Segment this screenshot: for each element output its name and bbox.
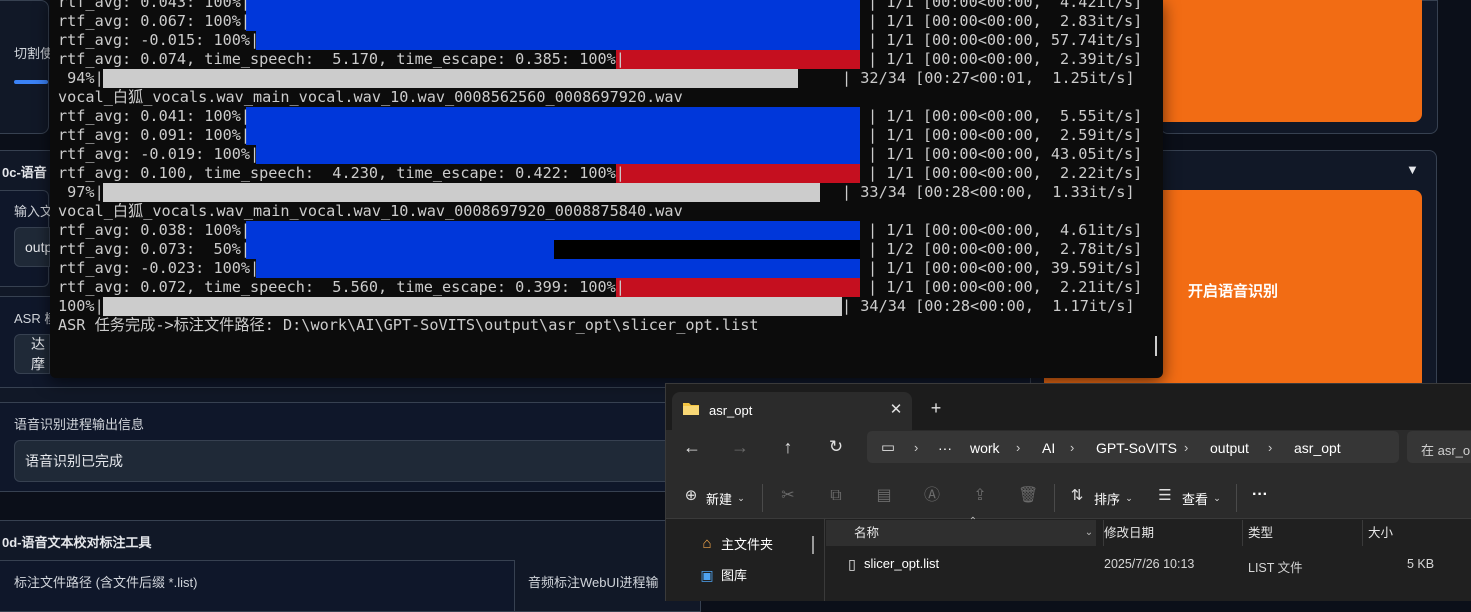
paste-icon[interactable]: ▤ — [874, 486, 894, 506]
progress-stats: | 1/1 [00:00<00:00, 43.05it/s] — [868, 145, 1143, 163]
chevron-down-icon: ⌄ — [1125, 493, 1133, 503]
refresh-icon[interactable]: ↻ — [826, 437, 846, 457]
progress-stats: | 1/1 [00:00<00:00, 57.74it/s] — [868, 31, 1143, 49]
file-explorer-window[interactable]: asr_opt ✕ + ← → ↑ ↻ ▭ › ··· › work AI › … — [665, 383, 1471, 601]
monitor-icon: ▭ — [880, 439, 896, 456]
collapse-icon[interactable]: ▼ — [1406, 160, 1419, 180]
progress-output: 语音识别已完成 — [14, 440, 694, 482]
file-type: LIST 文件 — [1248, 561, 1303, 575]
progress-stats: | 1/1 [00:00<00:00, 4.42it/s] — [868, 0, 1143, 11]
breadcrumb-ai[interactable]: AI — [1042, 440, 1055, 456]
navigation-pane — [666, 519, 825, 601]
copy-icon[interactable]: ⧉ — [826, 486, 846, 506]
terminal-line: vocal_白狐_vocals.wav_main_vocal.wav_10.wa… — [58, 88, 683, 106]
progress-stats: | 1/1 [00:00<00:00, 2.22it/s] — [868, 164, 1143, 182]
back-arrow-icon[interactable]: ← — [682, 437, 702, 457]
share-icon[interactable]: ⇪ — [970, 486, 990, 506]
more-options-button[interactable]: ··· — [1252, 486, 1268, 504]
breadcrumb-chevron: › — [1016, 440, 1021, 455]
column-name-label: 名称 — [854, 526, 880, 540]
delete-icon[interactable]: 🗑 — [1018, 486, 1038, 506]
section-0d-title: 0d-语音文本校对标注工具 — [2, 535, 152, 550]
asr-model-select[interactable]: 达摩 — [14, 334, 50, 374]
breadcrumb-chevron[interactable]: › — [914, 440, 918, 455]
file-size: 5 KB — [1407, 557, 1435, 571]
view-icon[interactable]: ☰ — [1156, 486, 1174, 506]
forward-arrow-icon[interactable]: → — [730, 437, 750, 457]
search-box[interactable]: 在 asr_o — [1407, 431, 1471, 463]
progress-stats: | 1/1 [00:00<00:00, 39.59it/s] — [868, 259, 1143, 277]
file-date: 2025/7/26 10:13 — [1104, 557, 1195, 571]
up-arrow-icon[interactable]: ↑ — [778, 437, 798, 457]
close-tab-icon[interactable]: ✕ — [886, 400, 906, 420]
chevron-down-icon[interactable]: ⌄ — [1083, 523, 1095, 543]
breadcrumb-work[interactable]: work — [970, 440, 1000, 456]
progress-stats: | 1/1 [00:00<00:00, 2.21it/s] — [868, 278, 1143, 296]
new-tab-icon[interactable]: + — [926, 398, 946, 418]
command-separator — [762, 484, 763, 512]
home-icon: ⌂ — [702, 535, 712, 552]
rename-icon[interactable]: Ⓐ — [922, 486, 942, 506]
command-separator — [1054, 484, 1055, 512]
breadcrumb-chevron: › — [1184, 440, 1189, 455]
progress-stats: | 34/34 [00:28<00:00, 1.17it/s] — [842, 297, 1135, 315]
cut-icon[interactable]: ✂ — [778, 486, 798, 506]
progress-label: 语音识别进程输出信息 — [14, 417, 145, 432]
folder-icon — [682, 401, 700, 422]
progress-stats: | 1/1 [00:00<00:00, 4.61it/s] — [868, 221, 1143, 239]
column-header-name[interactable]: 名称 — [826, 520, 1096, 546]
sort-button[interactable]: 排序 — [1094, 489, 1120, 508]
progress-stats: | 1/1 [00:00<00:00, 2.83it/s] — [868, 12, 1143, 30]
file-name: slicer_opt.list — [864, 556, 940, 571]
label-path-label: 标注文件路径 (含文件后缀 *.list) — [14, 575, 198, 590]
slice-panel — [0, 0, 49, 134]
progress-stats: | 32/34 [00:27<00:01, 1.25it/s] — [842, 69, 1135, 87]
breadcrumb-chevron: › — [1268, 440, 1273, 455]
tab-asr-opt[interactable]: asr_opt ✕ — [672, 392, 912, 430]
view-button[interactable]: 查看 — [1182, 489, 1208, 508]
webui-progress-label: 音频标注WebUI进程输 — [528, 575, 659, 590]
terminal-line: vocal_白狐_vocals.wav_main_vocal.wav_10.wa… — [58, 202, 683, 220]
sort-icon[interactable]: ⇅ — [1068, 486, 1086, 506]
slice-label: 切割使 — [14, 46, 54, 61]
plus-circle-icon[interactable]: ⊕ — [682, 486, 700, 506]
file-icon: ▯ — [848, 556, 856, 572]
column-header-type[interactable]: 类型 — [1242, 520, 1366, 546]
progress-stats: | 33/34 [00:28<00:00, 1.33it/s] — [842, 183, 1135, 201]
sort-caret-icon: ⌃ — [968, 516, 978, 527]
breadcrumb-chevron: › — [1070, 440, 1075, 455]
terminal-line: ASR 任务完成->标注文件路径: D:\work\AI\GPT-SoVITS\… — [58, 316, 759, 334]
breadcrumb-ellipsis[interactable]: ··· — [938, 440, 952, 456]
tab-title: asr_opt — [709, 403, 753, 418]
breadcrumb-gpt-sovits[interactable]: GPT-SoVITS — [1096, 440, 1177, 456]
progress-stats: | 1/2 [00:00<00:00, 2.78it/s] — [868, 240, 1143, 258]
chevron-down-icon: ⌄ — [1213, 493, 1221, 503]
progress-stats: | 1/1 [00:00<00:00, 2.59it/s] — [868, 126, 1143, 144]
progress-stats: | 1/1 [00:00<00:00, 5.55it/s] — [868, 107, 1143, 125]
new-button[interactable]: 新建 — [706, 489, 732, 508]
chevron-down-icon: ⌄ — [737, 493, 745, 503]
file-row[interactable]: ▯ slicer_opt.list 2025/7/26 10:13 LIST 文… — [826, 552, 1471, 578]
search-placeholder: 在 asr_o — [1421, 443, 1471, 458]
gallery-icon: ▣ — [700, 567, 714, 583]
start-asr-label: 开启语音识别 — [1187, 282, 1278, 300]
column-header-size[interactable]: 大小 — [1362, 520, 1448, 546]
section-0c-title: 0c-语音 — [2, 165, 47, 180]
top-orange-button[interactable] — [1160, 0, 1422, 122]
terminal-window[interactable]: rtf_avg: 0.043: 100%| | 1/1 [00:00<00:00,… — [50, 0, 1163, 378]
slider-track[interactable] — [14, 80, 48, 84]
terminal-cursor — [1155, 336, 1157, 356]
breadcrumb-output[interactable]: output — [1210, 440, 1249, 456]
input-field[interactable]: outp — [14, 227, 52, 267]
input-label: 输入文 — [14, 204, 54, 219]
breadcrumb-asr-opt[interactable]: asr_opt — [1294, 440, 1341, 456]
nav-item-gallery[interactable]: 图库 — [721, 565, 747, 584]
nav-item-home[interactable]: 主文件夹 — [721, 534, 773, 553]
command-separator — [1236, 484, 1237, 512]
progress-stats: | 1/1 [00:00<00:00, 2.39it/s] — [868, 50, 1143, 68]
column-header-date[interactable]: 修改日期 — [1103, 520, 1242, 546]
nav-scrollbar[interactable] — [812, 536, 814, 554]
